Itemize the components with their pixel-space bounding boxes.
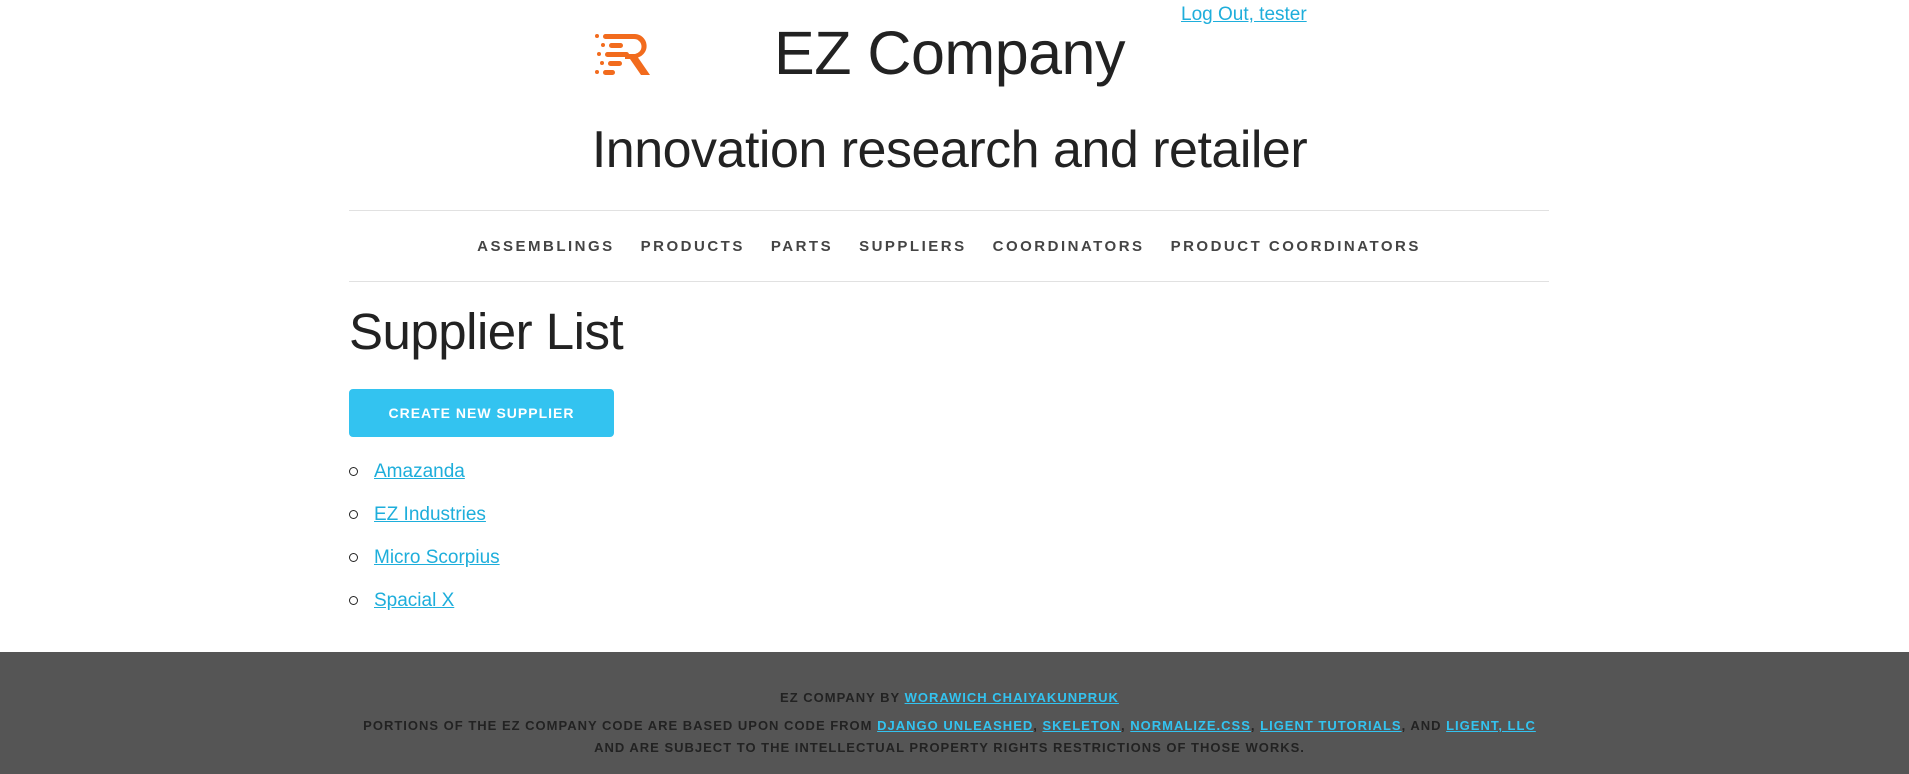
list-item: Micro Scorpius xyxy=(349,536,500,579)
supplier-link[interactable]: Spacial X xyxy=(374,590,454,612)
bullet-icon xyxy=(349,467,358,476)
footer-restrictions: AND ARE SUBJECT TO THE INTELLECTUAL PROP… xyxy=(594,740,1305,755)
ligent-llc-link[interactable]: LIGENT, LLC xyxy=(1446,718,1536,733)
footer-separator: , AND xyxy=(1401,718,1447,733)
company-name: EZ Company xyxy=(774,19,1125,87)
nav-item-assemblings[interactable]: ASSEMBLINGS xyxy=(477,238,615,255)
django-unleashed-link[interactable]: DJANGO UNLEASHED xyxy=(877,718,1033,733)
bullet-icon xyxy=(349,553,358,562)
footer: EZ COMPANY BY WORAWICH CHAIYAKUNPRUK POR… xyxy=(0,652,1909,774)
bullet-icon xyxy=(349,596,358,605)
author-link[interactable]: WORAWICH CHAIYAKUNPRUK xyxy=(905,690,1119,705)
nav-item-suppliers[interactable]: SUPPLIERS xyxy=(859,238,967,255)
footer-text: PORTIONS OF THE EZ COMPANY CODE ARE BASE… xyxy=(363,718,878,733)
supplier-link[interactable]: Amazanda xyxy=(374,461,465,483)
nav-item-product-coordinators[interactable]: PRODUCT COORDINATORS xyxy=(1171,238,1421,255)
supplier-link[interactable]: EZ Industries xyxy=(374,504,486,526)
supplier-list: Amazanda EZ Industries Micro Scorpius Sp… xyxy=(349,450,500,622)
footer-text: EZ COMPANY BY xyxy=(780,690,905,705)
normalize-css-link[interactable]: NORMALIZE.CSS xyxy=(1130,718,1251,733)
footer-attribution: PORTIONS OF THE EZ COMPANY CODE ARE BASE… xyxy=(0,718,1904,733)
supplier-link[interactable]: Micro Scorpius xyxy=(374,547,500,569)
nav-item-products[interactable]: PRODUCTS xyxy=(641,238,745,255)
company-tagline: Innovation research and retailer xyxy=(591,121,1308,179)
list-item: EZ Industries xyxy=(349,493,500,536)
list-item: Amazanda xyxy=(349,450,500,493)
bullet-icon xyxy=(349,510,358,519)
footer-separator: , xyxy=(1250,718,1261,733)
skeleton-link[interactable]: SKELETON xyxy=(1042,718,1121,733)
main-nav: ASSEMBLINGS PRODUCTS PARTS SUPPLIERS COO… xyxy=(349,210,1549,282)
footer-credits: EZ COMPANY BY WORAWICH CHAIYAKUNPRUK xyxy=(0,690,1904,705)
nav-item-parts[interactable]: PARTS xyxy=(771,238,833,255)
nav-item-coordinators[interactable]: COORDINATORS xyxy=(993,238,1145,255)
create-supplier-button[interactable]: CREATE NEW SUPPLIER xyxy=(349,389,614,437)
ligent-tutorials-link[interactable]: LIGENT TUTORIALS xyxy=(1260,718,1401,733)
footer-separator: , xyxy=(1121,718,1131,733)
list-item: Spacial X xyxy=(349,579,500,622)
page-title: Supplier List xyxy=(349,303,624,360)
